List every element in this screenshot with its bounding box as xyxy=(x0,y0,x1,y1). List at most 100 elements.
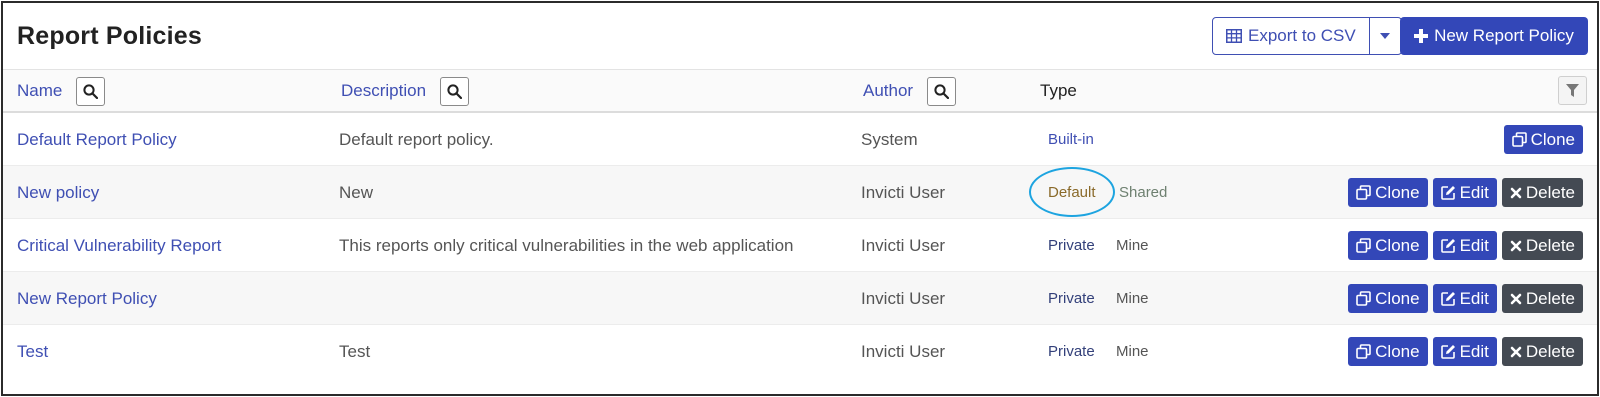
clone-button[interactable]: Clone xyxy=(1503,125,1583,154)
policy-author: System xyxy=(861,129,918,149)
clone-icon xyxy=(1356,344,1371,359)
table-row: New policy New Invicti User Default Shar… xyxy=(3,166,1597,219)
edit-button[interactable]: Edit xyxy=(1432,178,1497,207)
edit-button[interactable]: Edit xyxy=(1432,284,1497,313)
edit-label: Edit xyxy=(1459,288,1489,308)
delete-label: Delete xyxy=(1525,182,1575,202)
policy-name-link[interactable]: New policy xyxy=(17,183,99,203)
delete-label: Delete xyxy=(1525,288,1575,308)
column-type-label: Type xyxy=(1040,81,1077,100)
policy-author: Invicti User xyxy=(861,341,946,361)
row-actions: Clone Edit Delete xyxy=(1348,325,1583,378)
clone-button[interactable]: Clone xyxy=(1348,231,1428,260)
export-button-group: Export to CSV xyxy=(1212,17,1402,55)
clone-button[interactable]: Clone xyxy=(1348,178,1428,207)
clone-icon xyxy=(1356,291,1371,306)
delete-button[interactable]: Delete xyxy=(1501,231,1583,260)
column-type: Type xyxy=(1040,70,1077,112)
filter-icon xyxy=(1566,83,1579,98)
table-row: Critical Vulnerability Report This repor… xyxy=(3,219,1597,272)
report-policies-panel: Report Policies Export to CSV New Report… xyxy=(1,1,1599,396)
edit-label: Edit xyxy=(1459,341,1489,361)
delete-button[interactable]: Delete xyxy=(1501,337,1583,366)
edit-icon xyxy=(1440,238,1456,253)
policy-description: Default report policy. xyxy=(339,129,494,149)
edit-icon xyxy=(1440,185,1456,200)
policy-name-link[interactable]: Critical Vulnerability Report xyxy=(17,236,221,256)
private-badge: Private xyxy=(1048,290,1095,307)
row-actions: Clone Edit Delete xyxy=(1348,272,1583,325)
mine-badge: Mine xyxy=(1116,343,1149,360)
clone-label: Clone xyxy=(1530,129,1575,149)
export-dropdown-toggle[interactable] xyxy=(1370,18,1401,54)
clone-button[interactable]: Clone xyxy=(1348,284,1428,313)
plus-icon xyxy=(1414,29,1429,43)
private-badge: Private xyxy=(1048,237,1095,254)
close-icon xyxy=(1510,293,1522,305)
clone-icon xyxy=(1356,185,1371,200)
builtin-badge: Built-in xyxy=(1048,131,1094,148)
new-report-policy-button[interactable]: New Report Policy xyxy=(1400,17,1588,55)
clone-icon xyxy=(1356,238,1371,253)
table-row: Test Test Invicti User Private Mine Clon… xyxy=(3,325,1597,378)
clone-icon xyxy=(1511,132,1527,147)
search-icon xyxy=(934,83,950,99)
table-row: Default Report Policy Default report pol… xyxy=(3,113,1597,166)
description-search-button[interactable] xyxy=(440,76,470,106)
policy-description: Test xyxy=(339,341,371,361)
clone-label: Clone xyxy=(1375,288,1420,308)
row-actions: Clone xyxy=(1503,113,1583,166)
column-author-label[interactable]: Author xyxy=(863,81,913,101)
delete-button[interactable]: Delete xyxy=(1501,178,1583,207)
search-icon xyxy=(447,83,463,99)
policy-name-link[interactable]: Test xyxy=(17,342,48,362)
new-report-policy-label: New Report Policy xyxy=(1434,26,1574,45)
edit-label: Edit xyxy=(1459,182,1489,202)
caret-down-icon xyxy=(1380,33,1391,39)
close-icon xyxy=(1510,187,1522,199)
export-csv-label: Export to CSV xyxy=(1248,26,1356,45)
close-icon xyxy=(1510,346,1522,358)
search-icon xyxy=(83,83,99,99)
column-author: Author xyxy=(863,70,957,112)
table-header: Name Description Author Type xyxy=(3,69,1597,113)
policy-description: New xyxy=(339,182,374,202)
export-csv-button[interactable]: Export to CSV xyxy=(1213,18,1370,54)
default-badge: Default xyxy=(1048,184,1096,201)
clone-label: Clone xyxy=(1375,341,1420,361)
close-icon xyxy=(1510,240,1522,252)
private-badge: Private xyxy=(1048,343,1095,360)
policy-name-link[interactable]: New Report Policy xyxy=(17,289,157,309)
delete-label: Delete xyxy=(1525,235,1575,255)
author-search-button[interactable] xyxy=(927,76,957,106)
row-actions: Clone Edit Delete xyxy=(1348,219,1583,272)
clone-button[interactable]: Clone xyxy=(1348,337,1428,366)
column-name-label[interactable]: Name xyxy=(17,81,62,101)
page-header: Report Policies Export to CSV New Report… xyxy=(3,3,1597,69)
shared-badge: Shared xyxy=(1119,184,1168,201)
edit-button[interactable]: Edit xyxy=(1432,231,1497,260)
column-name: Name xyxy=(17,70,106,112)
edit-icon xyxy=(1440,291,1456,306)
edit-icon xyxy=(1440,344,1456,359)
column-description-label[interactable]: Description xyxy=(341,81,426,101)
name-search-button[interactable] xyxy=(76,76,106,106)
clone-label: Clone xyxy=(1375,182,1420,202)
delete-button[interactable]: Delete xyxy=(1501,284,1583,313)
policy-author: Invicti User xyxy=(861,288,946,308)
row-actions: Clone Edit Delete xyxy=(1348,166,1583,219)
clone-label: Clone xyxy=(1375,235,1420,255)
delete-label: Delete xyxy=(1525,341,1575,361)
edit-label: Edit xyxy=(1459,235,1489,255)
policy-author: Invicti User xyxy=(861,235,946,255)
mine-badge: Mine xyxy=(1116,290,1149,307)
policy-author: Invicti User xyxy=(861,182,946,202)
table-row: New Report Policy Invicti User Private M… xyxy=(3,272,1597,325)
policy-name-link[interactable]: Default Report Policy xyxy=(17,130,177,150)
mine-badge: Mine xyxy=(1116,237,1149,254)
edit-button[interactable]: Edit xyxy=(1432,337,1497,366)
filter-button[interactable] xyxy=(1558,76,1587,105)
page-title: Report Policies xyxy=(17,22,202,50)
table-icon xyxy=(1226,29,1242,43)
column-description: Description xyxy=(341,70,470,112)
